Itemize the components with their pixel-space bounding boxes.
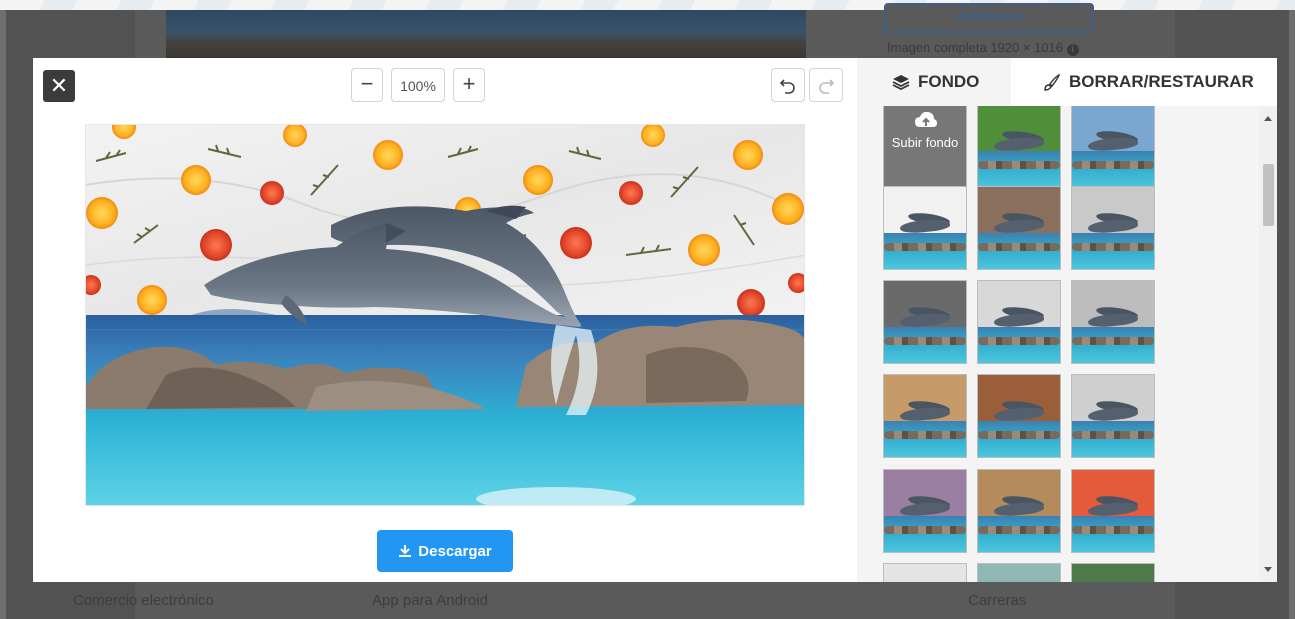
background-thumb-brick-wall[interactable] [977,186,1061,270]
background-thumb-grey-gradient[interactable] [1071,280,1155,364]
layers-icon [892,75,910,90]
scroll-up-arrow[interactable] [1264,116,1272,121]
thumb-rocks [1072,160,1154,169]
background-thumbnails: Subir fondo [883,106,1163,582]
background-thumb-wood-planks[interactable] [977,469,1061,553]
scroll-down-arrow[interactable] [1264,567,1272,572]
zoom-out-button[interactable]: − [351,68,383,102]
redo-button[interactable] [809,68,843,102]
thumb-rocks [978,160,1060,169]
thumb-rocks [978,525,1060,534]
history-controls [771,68,843,102]
background-thumb-grey-wall[interactable] [1071,186,1155,270]
thumb-rocks [1072,242,1154,251]
background-header-stripes [0,0,1295,10]
background-thumb-water[interactable] [1071,106,1155,188]
tab-borrar-label: BORRAR/RESTAURAR [1069,72,1254,91]
tab-fondo[interactable]: FONDO [857,58,1011,106]
thumb-rocks [978,336,1060,345]
zoom-level: 100% [391,68,445,102]
thumb-rocks [884,430,966,439]
tab-fondo-label: FONDO [918,72,980,91]
editor-modal: ✕ − 100% + Descargar FONDO BORRAR/RESTAU… [33,58,1277,582]
background-thumb-fruits-marble[interactable] [883,186,967,270]
download-button[interactable]: Descargar [377,530,513,572]
undo-icon [779,79,795,94]
footer-link-careers: Carreras [968,592,1027,609]
background-thumb-purple[interactable] [883,469,967,553]
scroll-thumb[interactable] [1263,164,1274,226]
close-icon: ✕ [49,73,69,98]
thumb-rocks [884,242,966,251]
full-image-text: Imagen completa 1920 × 1016 [887,40,1063,55]
footer-link-ecommerce: Comercio electrónico [73,592,214,609]
background-thumb-light-grey[interactable] [1071,374,1155,458]
background-panel: FONDO BORRAR/RESTAURAR Subir fondo [857,58,1277,582]
thumb-rocks [884,525,966,534]
thumb-rocks [1072,525,1154,534]
panel-tabs: FONDO BORRAR/RESTAURAR [857,58,1277,106]
undo-button[interactable] [771,68,805,102]
thumb-rocks [1072,336,1154,345]
background-thumb-food-veggies[interactable] [883,374,967,458]
thumb-rocks [978,430,1060,439]
zoom-in-button[interactable]: + [453,68,485,102]
image-canvas[interactable] [85,124,805,506]
background-thumb-wood-wall[interactable] [977,374,1061,458]
tab-borrar-restaurar[interactable]: BORRAR/RESTAURAR [1011,58,1277,106]
thumb-rocks [884,336,966,345]
background-thumb-grey-studio[interactable] [977,280,1061,364]
footer-link-android-app: App para Android [372,592,488,609]
panel-scrollbar[interactable] [1259,106,1277,582]
brush-icon [1044,73,1061,91]
redo-icon [819,79,835,94]
composited-image [86,125,804,505]
background-thumb-studio-dark[interactable] [883,280,967,364]
background-thumb-rainbow-stripes[interactable] [1071,469,1155,553]
download-icon [399,545,412,557]
upload-label: Subir fondo [891,135,959,150]
background-thumb-bokeh[interactable] [977,563,1061,582]
background-photo [166,10,806,58]
thumb-rocks [1072,430,1154,439]
upload-background-button[interactable]: Subir fondo [883,106,967,188]
full-image-info: Imagen completa 1920 × 1016 i [887,40,1079,56]
background-thumb-palm-trees[interactable] [1071,563,1155,582]
thumb-rocks [978,242,1060,251]
cloud-upload-icon [915,111,937,127]
info-circle-icon: i [1066,44,1079,56]
background-thumb-green-leaves[interactable] [977,106,1061,188]
background-thumb-white-room[interactable] [883,563,967,582]
zoom-controls: − 100% + [351,68,485,102]
close-button[interactable]: ✕ [43,70,75,102]
hd-download-button: definición [884,3,1094,33]
download-label: Descargar [418,542,492,560]
